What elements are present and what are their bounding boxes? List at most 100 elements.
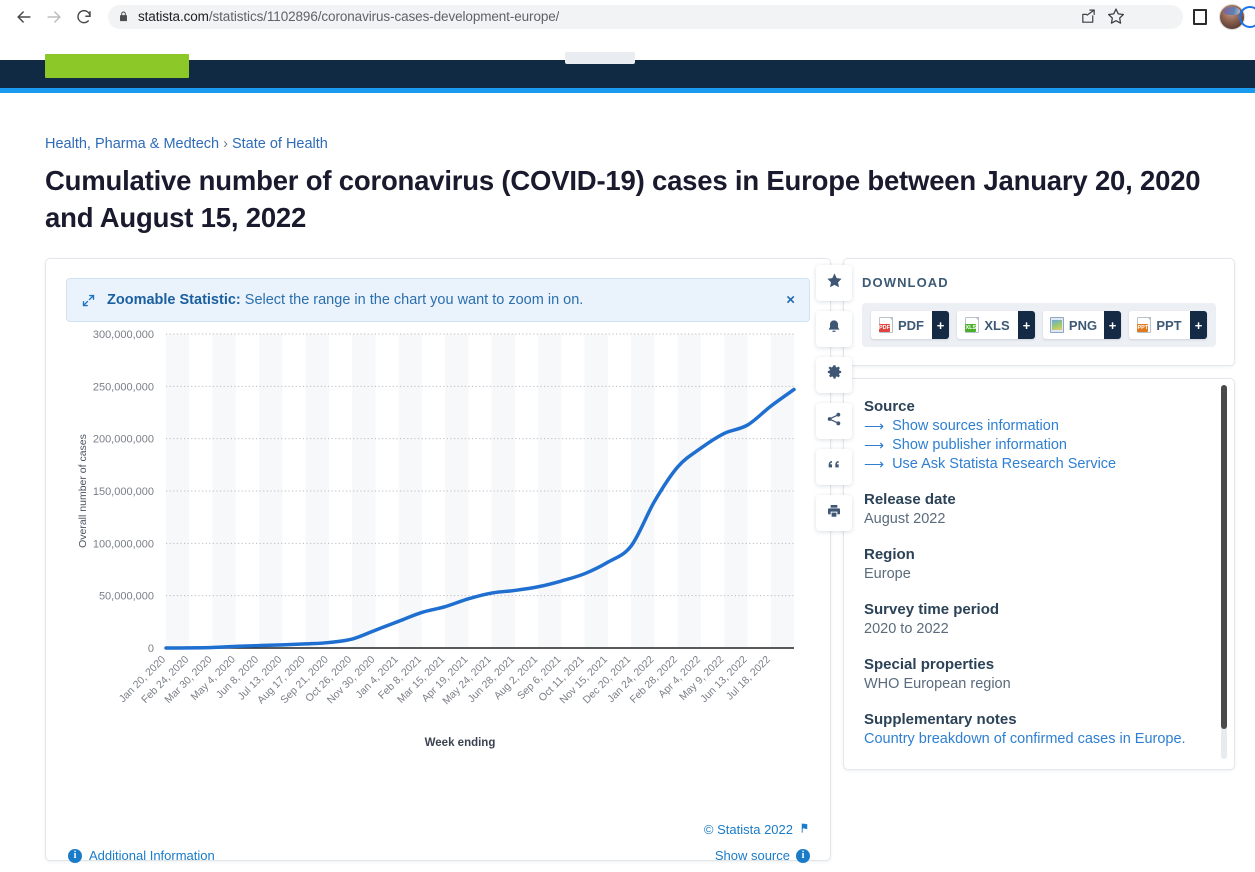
copyright-text: © Statista 2022 [703,822,793,838]
browser-toolbar: statista.com/statistics/1102896/coronavi… [0,0,1255,33]
address-bar[interactable]: statista.com/statistics/1102896/coronavi… [108,4,1183,29]
bell-icon [826,319,842,340]
omnibox-actions [1080,3,1125,29]
special-properties-value: WHO European region [864,676,1011,693]
print-icon [826,503,842,524]
share-icon [826,411,842,432]
site-accent-line [0,88,1255,93]
download-xls-label: XLS [984,317,1010,333]
show-sources-information-link[interactable]: ⟶ Show sources information [864,418,1214,434]
menu-circle-icon[interactable] [1239,6,1255,28]
flag-icon[interactable] [799,822,810,837]
ask-statista-label: Use Ask Statista Research Service [892,456,1117,473]
download-ppt-plus[interactable]: + [1190,311,1207,340]
site-navbar [0,52,1255,88]
show-source-label: Show source [714,848,790,864]
svg-text:Overall number of cases: Overall number of cases [77,434,89,548]
url-text: statista.com/statistics/1102896/coronavi… [138,9,560,24]
svg-text:150,000,000: 150,000,000 [93,486,154,498]
svg-text:0: 0 [148,643,154,655]
statista-page: Health, Pharma & Medtech › State of Health… [0,33,1255,872]
release-date-value: August 2022 [864,511,946,528]
notify-button[interactable] [816,311,852,348]
download-pdf-label: PDF [898,317,924,333]
download-title: DOWNLOAD [862,275,949,291]
download-ppt-main[interactable]: PPT PPT [1129,311,1190,340]
show-source-link[interactable]: Show source i [715,848,810,863]
breadcrumb: Health, Pharma & Medtech › State of Health [45,136,1255,152]
download-png-main[interactable]: PNG [1043,311,1104,340]
show-sources-information-label: Show sources information [892,418,1059,435]
download-png-label: PNG [1068,317,1098,333]
browser-right-controls [1193,3,1245,30]
banner-label: Zoomable Statistic: [107,292,241,309]
bookmark-star-icon[interactable] [1107,7,1125,25]
share-button[interactable] [816,403,852,440]
special-properties-heading: Special properties [864,656,995,674]
chart-plot-area[interactable]: 0 50,000,000 100,000,000 150,000,000 200,000… [60,326,816,796]
favorite-button[interactable] [816,265,852,302]
svg-text:100,000,000: 100,000,000 [93,538,154,550]
page-content: Health, Pharma & Medtech › State of Health… [0,136,1255,863]
show-publisher-information-link[interactable]: ⟶ Show publisher information [864,437,1214,453]
supplementary-notes-heading: Supplementary notes [864,711,1017,729]
settings-button[interactable] [816,357,852,394]
info-icon-2: i [796,848,810,863]
share-page-icon[interactable] [1080,8,1097,25]
banner-text: Zoomable Statistic: Select the range in … [107,292,583,308]
png-file-icon [1049,317,1064,334]
expand-arrows-icon [81,293,96,308]
svg-text:300,000,000: 300,000,000 [93,329,154,341]
reload-button[interactable] [70,3,98,31]
print-button[interactable] [816,495,852,532]
source-heading: Source [864,398,915,416]
download-png-plus[interactable]: + [1104,311,1121,340]
additional-information-link[interactable]: i Additional Information [68,848,215,863]
copyright-notice: © Statista 2022 [704,822,810,837]
banner-close-icon[interactable]: × [786,293,795,308]
zoomable-statistic-banner: Zoomable Statistic: Select the range in … [66,278,810,323]
line-chart[interactable]: 0 50,000,000 100,000,000 150,000,000 200,000… [60,326,820,794]
breadcrumb-level1[interactable]: Health, Pharma & Medtech [45,136,219,152]
site-cta-button[interactable] [45,54,189,78]
additional-information-label: Additional Information [89,848,215,864]
lock-icon [118,10,129,23]
download-ppt-button[interactable]: PPT PPT + [1129,311,1207,340]
svg-text:200,000,000: 200,000,000 [93,434,154,446]
ask-statista-research-service-link[interactable]: ⟶ Use Ask Statista Research Service [864,456,1214,472]
download-xls-button[interactable]: XLS XLS + [957,311,1035,340]
download-ppt-label: PPT [1156,317,1182,333]
download-button-row: PDF PDF + XLS XLS + PNG + PPT PPT + [862,303,1216,348]
svg-text:50,000,000: 50,000,000 [99,591,154,603]
sidebar-scrollbar[interactable] [1221,385,1227,760]
arrow-right-icon-3: ⟶ [864,456,885,473]
cite-button[interactable] [816,449,852,486]
download-pdf-main[interactable]: PDF PDF [871,311,932,340]
sidebar-scrollbar-thumb[interactable] [1221,385,1227,730]
svg-text:250,000,000: 250,000,000 [93,381,154,393]
survey-time-period-heading: Survey time period [864,601,1000,619]
info-icon: i [68,848,82,863]
svg-text:Week ending: Week ending [425,737,496,749]
xls-file-icon: XLS [965,317,980,334]
forward-button[interactable] [40,3,68,31]
site-search-pill[interactable] [565,52,635,64]
star-icon [826,272,843,294]
quote-icon [826,457,842,478]
arrow-right-icon: ⟶ [864,418,885,435]
banner-body: Select the range in the chart you want t… [240,292,584,309]
page-title: Cumulative number of coronavirus (COVID-… [45,165,1201,233]
chart-toolbar [816,265,852,532]
back-button[interactable] [10,3,38,31]
show-publisher-information-label: Show publisher information [892,437,1067,454]
sidebar: DOWNLOAD PDF PDF + XLS XLS + PNG + PPT P… [843,258,1235,771]
download-png-button[interactable]: PNG + [1043,311,1121,340]
main-columns: Zoomable Statistic: Select the range in … [45,258,1255,863]
extensions-icon[interactable] [1193,8,1207,25]
download-pdf-button[interactable]: PDF PDF + [871,311,949,340]
download-xls-plus[interactable]: + [1018,311,1035,340]
download-xls-main[interactable]: XLS XLS [957,311,1018,340]
breadcrumb-level2[interactable]: State of Health [232,136,328,152]
download-pdf-plus[interactable]: + [932,311,949,340]
supplementary-notes-value[interactable]: Country breakdown of confirmed cases in … [864,731,1214,747]
